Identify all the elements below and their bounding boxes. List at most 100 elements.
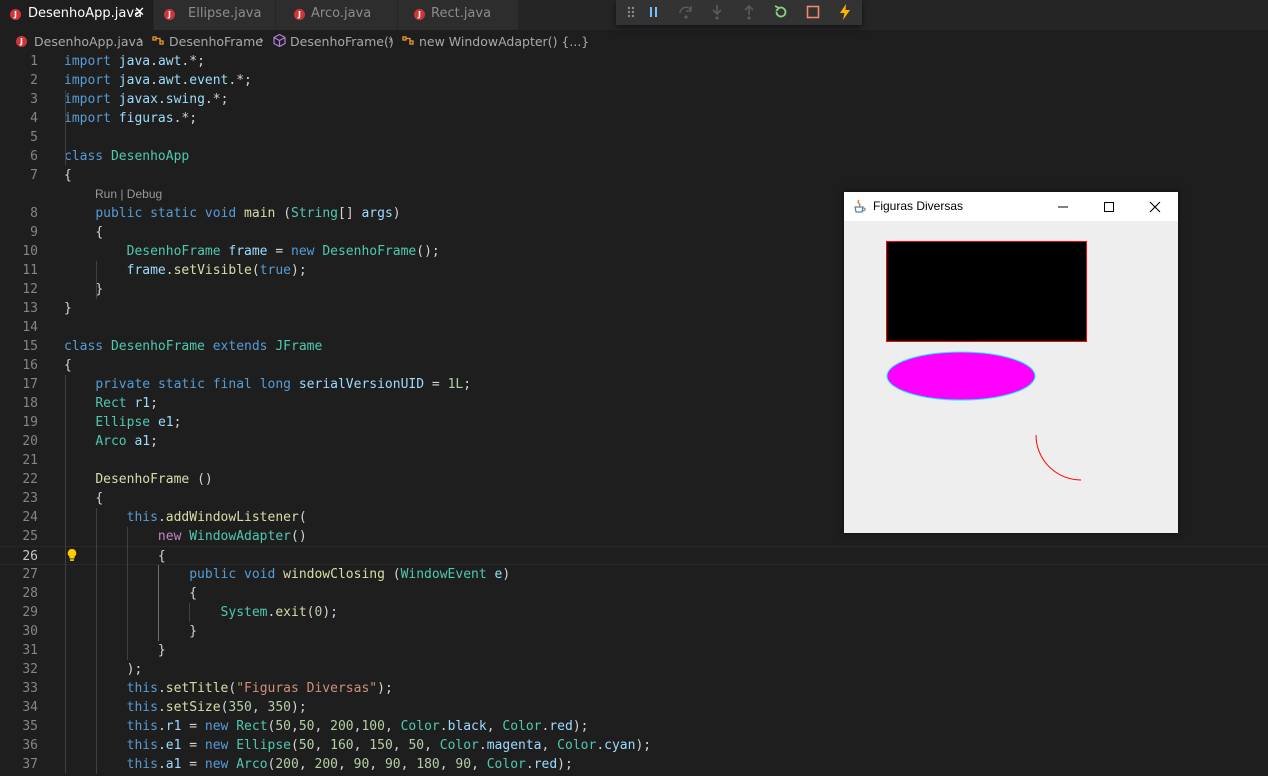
line-number: 22 [22, 472, 38, 487]
code-text: private static final long serialVersionU… [95, 377, 472, 392]
code-line[interactable]: 32 ); [0, 660, 1268, 679]
code-text: public static void main (String[] args) [95, 206, 401, 221]
minimize-icon [1058, 206, 1068, 208]
code-text: import figuras.*; [64, 111, 198, 126]
line-number: 36 [22, 738, 38, 753]
line-number: 28 [22, 586, 38, 601]
tab-ellipse[interactable]: J Ellipse.java [154, 0, 275, 30]
method-icon [272, 33, 287, 51]
tab-label: Arco.java [311, 6, 372, 21]
line-number: 25 [22, 529, 38, 544]
code-line[interactable]: 36 this.e1 = new Ellipse(50, 160, 150, 5… [0, 736, 1268, 755]
breadcrumb-file[interactable]: DesenhoApp.java [34, 34, 144, 49]
step-out-icon[interactable] [740, 3, 758, 21]
hot-code-replace-icon[interactable] [836, 3, 854, 21]
code-line[interactable]: 35 this.r1 = new Rect(50,50, 200,100, Co… [0, 717, 1268, 736]
java-file-icon: J [10, 9, 21, 20]
indent-guide [65, 90, 66, 166]
code-line[interactable]: 28 { [0, 584, 1268, 603]
line-number: 35 [22, 719, 38, 734]
code-line[interactable]: 1 import java.awt.*; [0, 52, 1268, 71]
indent-guide [96, 508, 97, 774]
line-number: 31 [22, 643, 38, 658]
restart-icon[interactable] [772, 3, 790, 21]
code-text: Arco a1; [95, 434, 158, 449]
code-text: ); [126, 662, 143, 677]
debug-toolbar [616, 0, 862, 25]
window-title: Figuras Diversas [873, 199, 964, 213]
drag-grip-icon[interactable] [622, 3, 640, 21]
line-number: 23 [22, 491, 38, 506]
code-line[interactable]: 6 class DesenhoApp [0, 147, 1268, 166]
indent-guide [127, 527, 128, 660]
java-app-window: Figuras Diversas [844, 192, 1178, 533]
code-text: this.a1 = new Arco(200, 200, 90, 90, 180… [126, 757, 573, 772]
code-line[interactable]: 5 [0, 128, 1268, 147]
code-line[interactable]: 31 } [0, 641, 1268, 660]
tab-desenhoapp[interactable]: J DesenhoApp.java ✕ [0, 0, 153, 30]
tab-arco[interactable]: J Arco.java [276, 0, 397, 30]
close-button[interactable] [1132, 192, 1178, 221]
code-text: import java.awt.event.*; [64, 73, 252, 88]
java-file-icon: J [164, 9, 175, 20]
code-text: { [157, 549, 166, 564]
code-text: } [157, 643, 166, 658]
code-text: { [95, 491, 104, 506]
breadcrumb-anonymous-class[interactable]: new WindowAdapter() {...} [419, 34, 589, 49]
tab-rect[interactable]: J Rect.java [398, 0, 518, 30]
code-line[interactable]: 30 } [0, 622, 1268, 641]
line-number: 1 [30, 54, 38, 69]
java-file-icon: J [414, 9, 425, 20]
code-line[interactable]: 26 { [0, 546, 1268, 565]
code-text: this.e1 = new Ellipse(50, 160, 150, 50, … [126, 738, 652, 753]
drawn-ellipse [886, 351, 1036, 401]
code-text: DesenhoFrame frame = new DesenhoFrame(); [126, 244, 440, 259]
code-line[interactable]: 33 this.setTitle("Figuras Diversas"); [0, 679, 1268, 698]
line-number: 16 [22, 358, 38, 373]
code-text: public void windowClosing (WindowEvent e… [189, 567, 511, 582]
line-number: 32 [22, 662, 38, 677]
code-line[interactable]: 3 import javax.swing.*; [0, 90, 1268, 109]
chevron-right-icon: › [388, 33, 393, 47]
breadcrumb-class[interactable]: DesenhoFrame [169, 34, 263, 49]
code-line[interactable]: 37 this.a1 = new Arco(200, 200, 90, 90, … [0, 755, 1268, 774]
code-text: System.exit(0); [220, 605, 338, 620]
code-line[interactable]: 34 this.setSize(350, 350); [0, 698, 1268, 717]
code-text: } [189, 624, 198, 639]
minimize-button[interactable] [1040, 192, 1086, 221]
window-title-bar[interactable]: Figuras Diversas [844, 192, 1178, 221]
line-number: 2 [30, 73, 38, 88]
code-line[interactable]: 27 public void windowClosing (WindowEven… [0, 565, 1268, 584]
maximize-icon [1104, 202, 1114, 212]
code-text: import java.awt.*; [64, 54, 205, 69]
line-number: 13 [22, 301, 38, 316]
line-number: 21 [22, 453, 38, 468]
line-number: 12 [22, 282, 38, 297]
code-line[interactable]: 4 import figuras.*; [0, 109, 1268, 128]
close-icon[interactable]: ✕ [134, 5, 145, 20]
line-number: 8 [30, 206, 38, 221]
drawn-rectangle [886, 241, 1087, 342]
code-line[interactable]: 7{ [0, 166, 1268, 185]
maximize-button[interactable] [1086, 192, 1132, 221]
indent-guide [158, 565, 159, 641]
codelens-run-debug[interactable]: Run | Debug [95, 185, 162, 204]
step-into-icon[interactable] [708, 3, 726, 21]
step-over-icon[interactable] [677, 3, 695, 21]
code-text: this.addWindowListener( [126, 510, 307, 525]
drawn-arc [1035, 434, 1082, 481]
code-line[interactable]: 2 import java.awt.event.*; [0, 71, 1268, 90]
line-number: 7 [30, 168, 38, 183]
pause-icon[interactable] [645, 3, 663, 21]
code-text: } [95, 282, 104, 297]
lightbulb-icon[interactable] [66, 548, 78, 562]
indent-guide [96, 261, 97, 299]
line-number: 30 [22, 624, 38, 639]
breadcrumb-constructor[interactable]: DesenhoFrame() [290, 34, 394, 49]
line-number: 5 [30, 130, 38, 145]
stop-icon[interactable] [804, 3, 822, 21]
line-number: 34 [22, 700, 38, 715]
code-text: { [64, 168, 72, 183]
line-number: 26 [22, 549, 38, 564]
code-line[interactable]: 29 System.exit(0); [0, 603, 1268, 622]
